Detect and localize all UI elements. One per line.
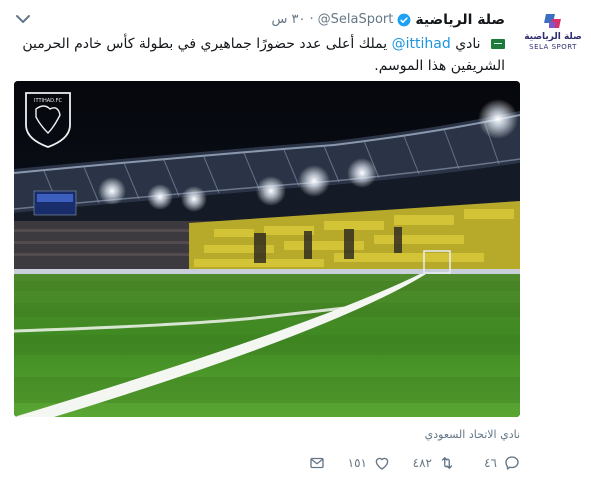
retweet-button[interactable]: ٤٨٢ — [391, 451, 456, 475]
media-image[interactable]: ITTIHAD.FC — [14, 81, 520, 417]
like-icon — [375, 457, 389, 470]
retweet-icon — [441, 457, 453, 469]
media-caption: نادي الاتحاد السعودي — [424, 428, 520, 441]
sela-logo-icon — [544, 14, 561, 30]
logo-text: ITTIHAD.FC — [34, 98, 62, 104]
caret-down-icon[interactable] — [14, 10, 32, 28]
club-word: نادي — [455, 36, 481, 52]
reply-count: ٤٦ — [484, 456, 497, 470]
display-name[interactable]: صلة الرياضية — [415, 11, 505, 29]
timestamp[interactable]: ٣٠ س — [272, 11, 306, 29]
message-button[interactable] — [261, 451, 326, 475]
user-handle[interactable]: @SelaSport — [318, 11, 394, 29]
like-count: ١٥١ — [347, 456, 367, 470]
tweet-text: نادي @ittihad يملك أعلى عدد حضورًا جماهي… — [17, 33, 505, 77]
tweet: صلة الرياضية SELA SPORT صلة الرياضية @Se… — [0, 0, 591, 483]
verified-icon — [397, 13, 411, 27]
tweet-actions: ٤٦ ٤٨٢ ١٥١ — [261, 451, 521, 475]
saudi-flag-icon — [491, 39, 505, 49]
avatar-arabic-text: صلة الرياضية — [524, 32, 582, 42]
avatar-english-text: SELA SPORT — [529, 43, 577, 51]
reply-icon — [505, 456, 519, 470]
reply-button[interactable]: ٤٦ — [456, 451, 521, 475]
mention-link[interactable]: @ittihad — [392, 36, 451, 52]
separator-dot: · — [309, 12, 314, 27]
message-icon — [310, 457, 324, 469]
retweet-count: ٤٨٢ — [412, 456, 432, 470]
like-button[interactable]: ١٥١ — [326, 451, 391, 475]
tweet-header: صلة الرياضية @SelaSport · ٣٠ س — [272, 11, 505, 29]
avatar[interactable]: صلة الرياضية SELA SPORT — [522, 12, 584, 60]
